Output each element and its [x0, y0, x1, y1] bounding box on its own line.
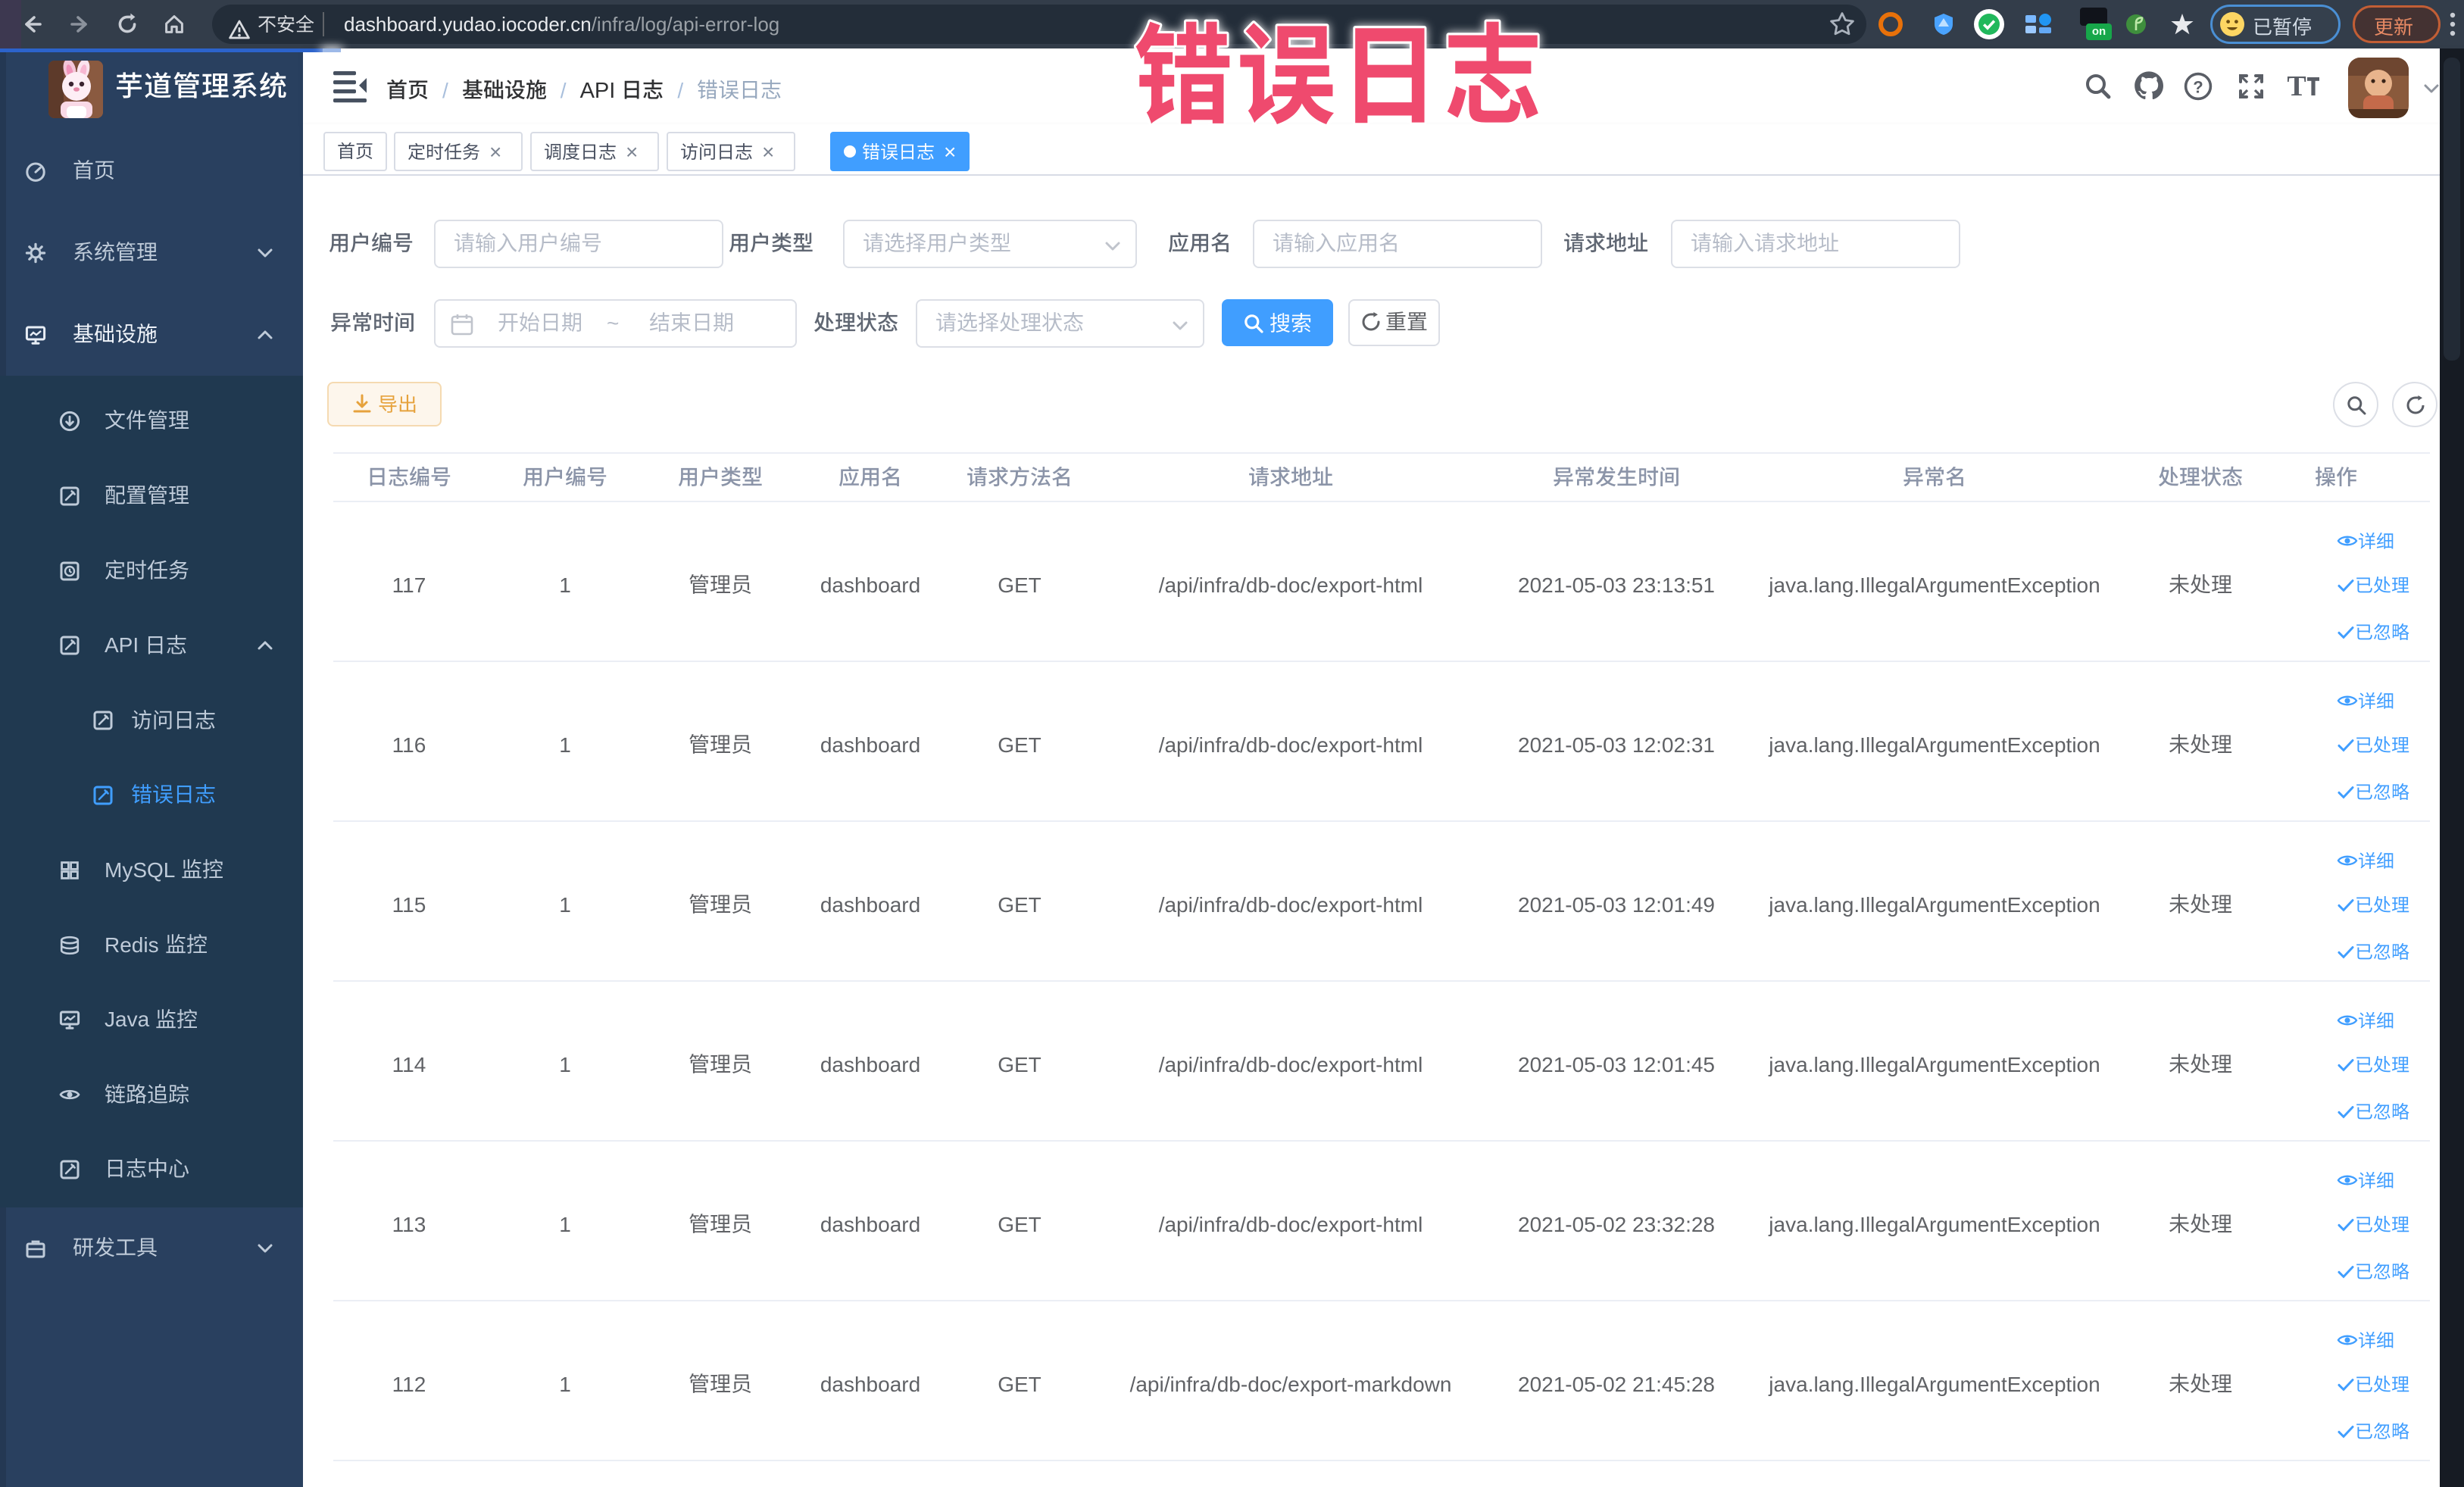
svg-text:?: ?	[2193, 77, 2203, 96]
svg-text:T: T	[2287, 70, 2306, 102]
